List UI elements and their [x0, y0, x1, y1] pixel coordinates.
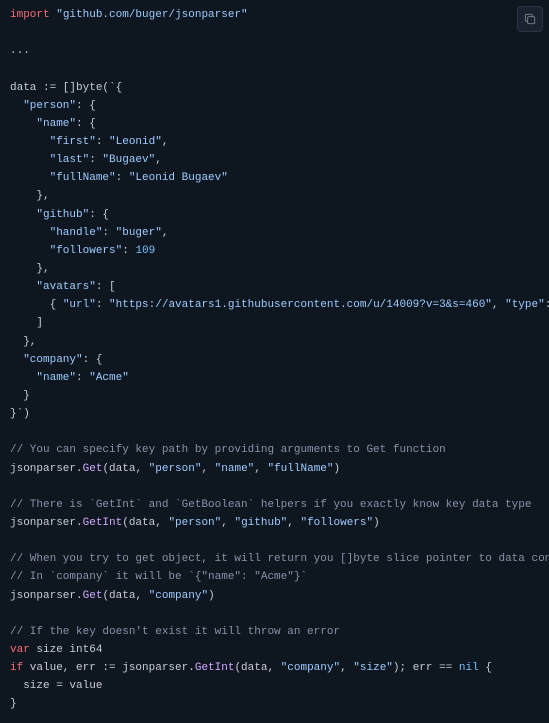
- call-pkg: jsonparser.: [10, 463, 83, 475]
- data-decl: data := []byte(`{: [10, 82, 122, 94]
- copy-icon: [523, 12, 537, 26]
- call-fn: Get: [83, 590, 103, 602]
- comment: // If the key doesn't exist it will thro…: [10, 626, 340, 638]
- code-block: import "github.com/buger/jsonparser" ...…: [0, 0, 549, 723]
- comment: // When you try to get object, it will r…: [10, 553, 549, 565]
- comment: // In `company` it will be `{"name": "Ac…: [10, 571, 307, 583]
- if-body: size = value: [10, 680, 102, 692]
- call-fn: Get: [83, 463, 103, 475]
- comment: // There is `GetInt` and `GetBoolean` he…: [10, 499, 532, 511]
- ellipsis: ...: [10, 45, 30, 57]
- comment: // You can specify key path by providing…: [10, 444, 446, 456]
- import-path: "github.com/buger/jsonparser": [56, 9, 247, 21]
- copy-button[interactable]: [517, 6, 543, 32]
- call-fn: GetInt: [83, 517, 123, 529]
- keyword-import: import: [10, 9, 50, 21]
- json-literal: "person": { "name": { "first": "Leonid",…: [10, 100, 549, 420]
- keyword-var: var: [10, 644, 30, 656]
- keyword-if: if: [10, 662, 23, 674]
